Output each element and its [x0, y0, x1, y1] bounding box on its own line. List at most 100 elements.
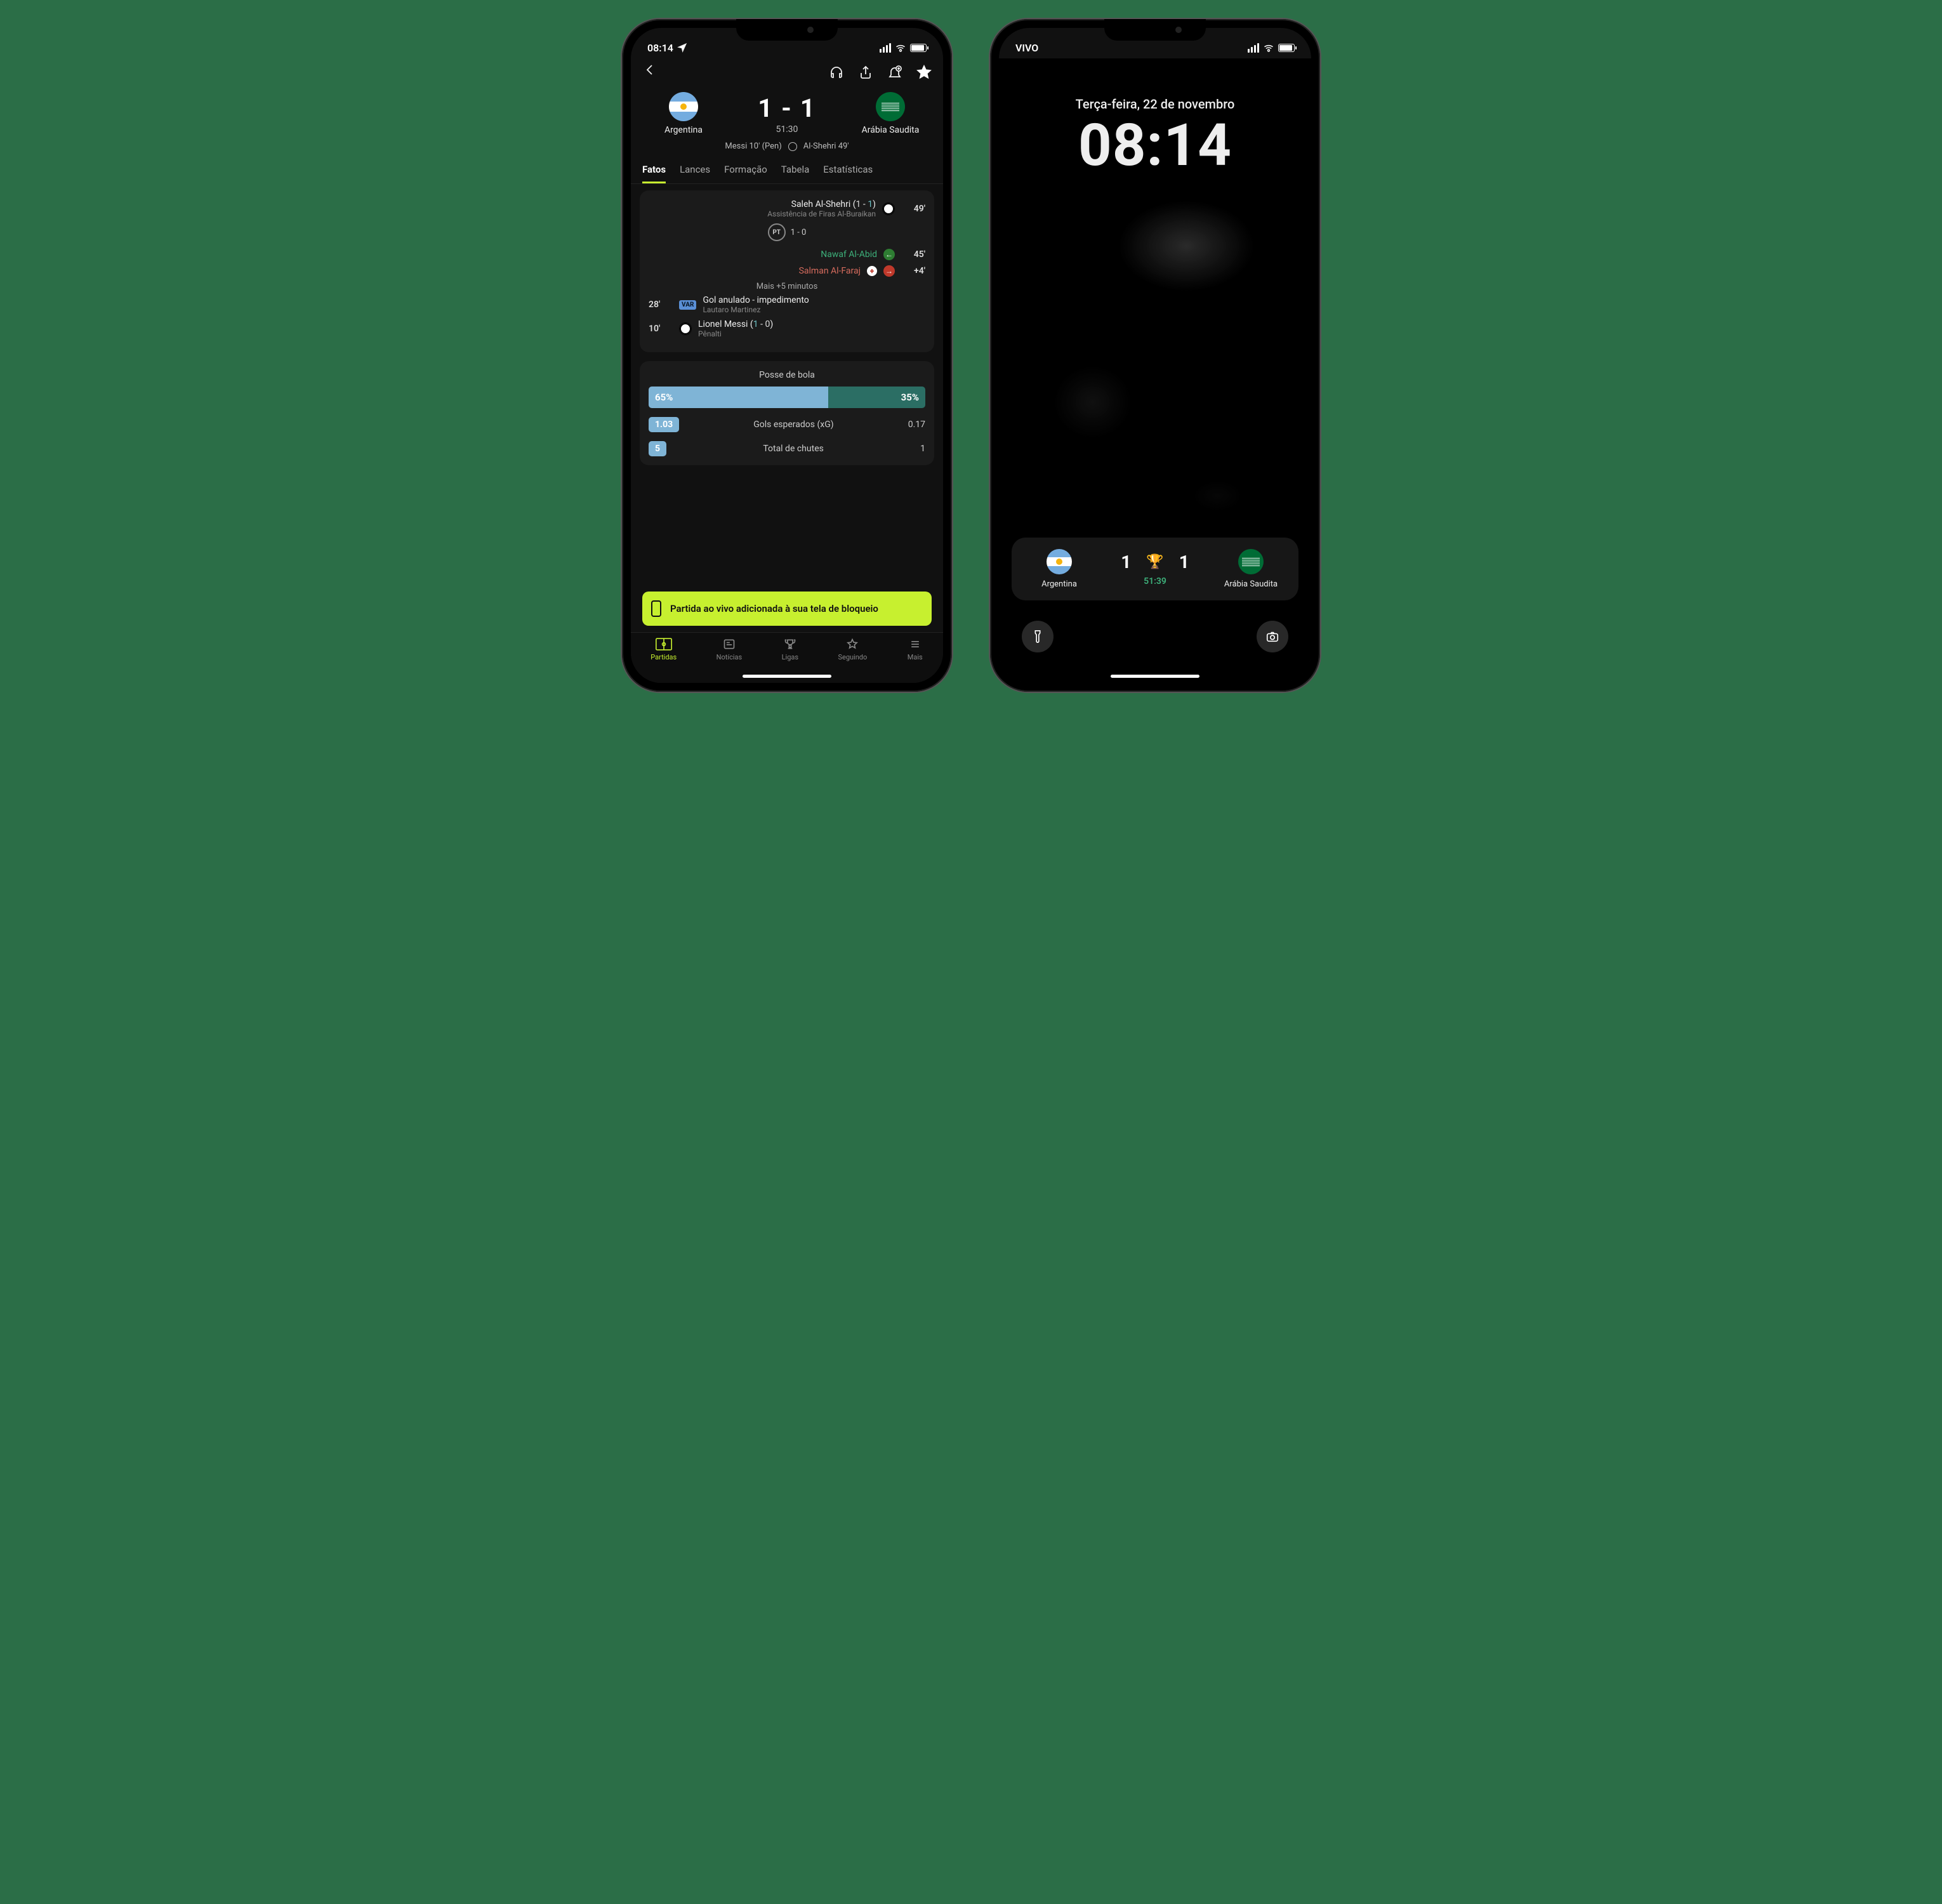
events-card: Saleh Al-Shehri (1 - 1) Assistência de F…	[640, 190, 934, 352]
battery-icon	[910, 44, 927, 52]
ball-icon	[788, 142, 797, 151]
location-arrow-icon	[677, 43, 687, 53]
flashlight-button[interactable]	[1022, 621, 1054, 652]
nav-following[interactable]: Seguindo	[838, 638, 867, 661]
away-scorer: Al-Shehri 49'	[803, 142, 849, 151]
wifi-icon	[895, 42, 906, 53]
xg-away: 0.17	[908, 420, 925, 430]
toast-live-activity[interactable]: Partida ao vivo adicionada à sua tela de…	[642, 592, 932, 626]
added-time: Mais +5 minutos	[649, 282, 925, 291]
live-activity-widget[interactable]: Argentina 1 🏆 1 51:39 Arábia Saudita	[1012, 538, 1298, 600]
app-body: Argentina 1 - 1 51:30 Arábia Saudita Mes…	[631, 58, 943, 683]
saudi-flag-icon	[1238, 549, 1264, 574]
event-sub-out[interactable]: Salman Al-Faraj + → +4'	[649, 265, 925, 277]
screen-left: 08:14	[631, 28, 943, 683]
sub-in-icon: ←	[883, 249, 895, 260]
event-goal-49[interactable]: Saleh Al-Shehri (1 - 1) Assistência de F…	[649, 199, 925, 218]
notch	[1104, 19, 1206, 41]
event-var-28[interactable]: 28' VAR Gol anulado - impedimento Lautar…	[649, 295, 925, 314]
argentina-flag-icon	[669, 92, 698, 121]
saudi-flag-icon	[876, 92, 905, 121]
phone-icon	[651, 600, 661, 617]
screen-right: VIVO Terça-feira, 22 de novembro 08:14 A…	[999, 28, 1311, 683]
nav-label: Partidas	[651, 653, 677, 661]
tab-tabela[interactable]: Tabela	[781, 164, 809, 183]
match-clock: 51:30	[758, 124, 816, 135]
possession-bar: 65% 35%	[649, 387, 925, 408]
notch	[736, 19, 838, 41]
carrier-label: VIVO	[1015, 42, 1038, 54]
ball-icon	[882, 202, 895, 215]
event-title: Gol anulado - impedimento	[703, 295, 809, 305]
back-button[interactable]	[642, 62, 657, 82]
share-icon[interactable]	[858, 65, 873, 80]
score: 1 - 1	[758, 93, 816, 123]
news-icon	[721, 638, 737, 651]
home-indicator[interactable]	[1111, 675, 1199, 678]
shots-home: 5	[649, 441, 666, 456]
widget-home-team: Argentina	[1024, 549, 1094, 589]
nav-label: Notícias	[717, 653, 743, 661]
away-team-name: Arábia Saudita	[862, 125, 920, 135]
status-right	[1248, 42, 1295, 53]
camera-icon	[1265, 630, 1279, 644]
status-time: 08:14	[647, 42, 673, 54]
pt-badge: PT	[768, 223, 786, 241]
match-header: Argentina 1 - 1 51:30 Arábia Saudita Mes…	[631, 88, 943, 157]
trophy-icon	[782, 638, 798, 651]
nav-leagues[interactable]: Ligas	[782, 638, 798, 661]
tab-lances[interactable]: Lances	[680, 164, 710, 183]
widget-clock: 51:39	[1144, 576, 1166, 586]
home-scorer: Messi 10' (Pen)	[725, 142, 781, 151]
sub-in-name: Nawaf Al-Abid	[821, 249, 877, 260]
widget-away-name: Arábia Saudita	[1224, 579, 1278, 589]
phone-right: VIVO Terça-feira, 22 de novembro 08:14 A…	[990, 19, 1320, 692]
sub-in-minute: 45'	[901, 249, 925, 260]
cellular-icon	[880, 43, 891, 53]
tab-fatos[interactable]: Fatos	[642, 164, 666, 183]
sub-out-name: Salman Al-Faraj	[799, 266, 861, 276]
sub-out-icon: →	[883, 265, 895, 277]
event-minute: 49'	[901, 204, 925, 214]
event-sub: Pênalti	[698, 329, 773, 338]
star-icon[interactable]	[916, 65, 932, 80]
nav-matches[interactable]: Partidas	[651, 638, 677, 661]
event-sub-in[interactable]: Nawaf Al-Abid ← 45'	[649, 249, 925, 260]
away-team[interactable]: Arábia Saudita	[849, 92, 932, 135]
nav-news[interactable]: Notícias	[717, 638, 743, 661]
event-goal-10[interactable]: 10' Lionel Messi (1 - 0) Pênalti	[649, 319, 925, 338]
nav-more[interactable]: Mais	[907, 638, 923, 661]
sub-out-minute: +4'	[901, 266, 925, 276]
stat-xg: 1.03 Gols esperados (xG) 0.17	[649, 417, 925, 432]
stat-shots: 5 Total de chutes 1	[649, 441, 925, 456]
lockscreen[interactable]: Terça-feira, 22 de novembro 08:14 Argent…	[999, 58, 1311, 683]
cellular-icon	[1248, 43, 1259, 53]
headphones-icon[interactable]	[829, 65, 844, 80]
content-scroll[interactable]: Saleh Al-Shehri (1 - 1) Assistência de F…	[631, 184, 943, 632]
nav-label: Ligas	[782, 653, 798, 661]
tab-formacao[interactable]: Formação	[724, 164, 767, 183]
event-player: Lautaro Martinez	[703, 305, 809, 314]
nav-label: Mais	[908, 653, 923, 661]
home-indicator[interactable]	[743, 675, 831, 678]
event-title: Lionel Messi (1 - 0)	[698, 319, 773, 329]
possession-away: 35%	[828, 387, 925, 408]
battery-icon	[1278, 44, 1295, 52]
widget-center: 1 🏆 1 51:39	[1121, 552, 1189, 586]
scorers-row: Messi 10' (Pen) Al-Shehri 49'	[642, 142, 932, 151]
event-assist: Assistência de Firas Al-Buraikan	[767, 209, 876, 218]
status-right	[880, 42, 927, 53]
stats-card: Posse de bola 65% 35% 1.03 Gols esperado…	[640, 361, 934, 465]
camera-button[interactable]	[1257, 621, 1288, 652]
bell-add-icon[interactable]	[887, 65, 902, 80]
wifi-icon	[1263, 42, 1274, 53]
score-center: 1 - 1 51:30	[758, 93, 816, 135]
xg-home: 1.03	[649, 417, 679, 432]
home-team[interactable]: Argentina	[642, 92, 725, 135]
widget-home-score: 1	[1121, 552, 1131, 572]
shots-away: 1	[920, 444, 925, 454]
widget-away-score: 1	[1179, 552, 1189, 572]
chevron-left-icon	[642, 62, 657, 77]
tab-estatisticas[interactable]: Estatísticas	[823, 164, 873, 183]
xg-label: Gols esperados (xG)	[753, 420, 833, 430]
